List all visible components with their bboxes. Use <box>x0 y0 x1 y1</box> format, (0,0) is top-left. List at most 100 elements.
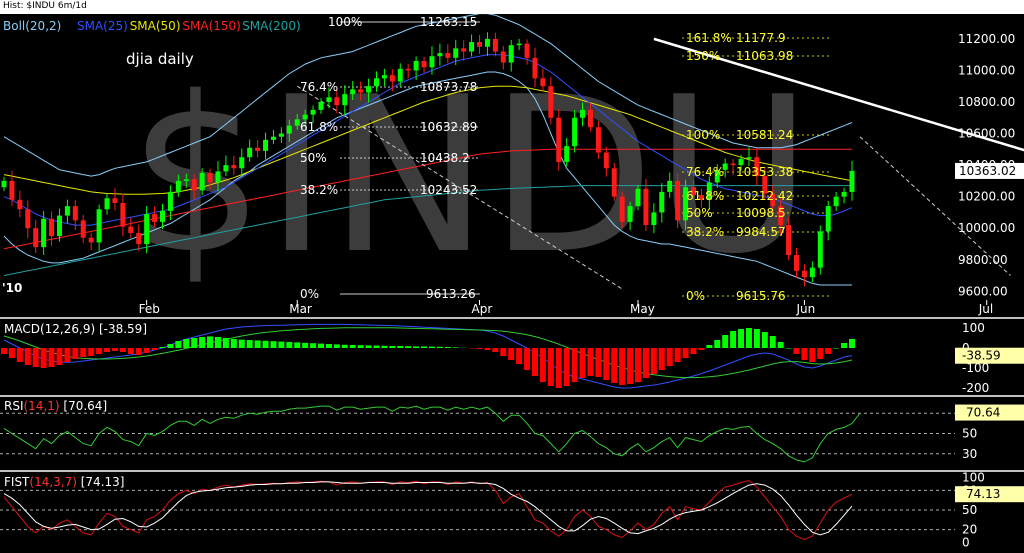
macd-histogram-bar <box>547 348 554 386</box>
macd-histogram-bar <box>769 336 776 348</box>
candle-body <box>136 232 142 244</box>
price-axis-tick-label: 10000.00 <box>958 221 1015 235</box>
candle-body <box>358 89 364 93</box>
candle-body <box>215 171 221 183</box>
macd-histogram-bar <box>270 341 277 348</box>
legend-entry: SMA(25) <box>77 19 128 33</box>
candle-body <box>461 48 467 52</box>
macd-histogram-bar <box>563 348 570 386</box>
fib-level-percent: 38.2% <box>300 183 338 197</box>
candle-body <box>524 43 530 58</box>
macd-histogram-bar <box>40 348 47 368</box>
macd-histogram-bar <box>64 348 71 362</box>
fib-level-value: 10098.5 <box>736 206 786 220</box>
macd-histogram-bar <box>32 348 39 367</box>
candle-body <box>144 214 150 244</box>
price-axis-tick-label: 10600.00 <box>958 127 1015 141</box>
candle-body <box>17 199 23 210</box>
fist-axis-tick-label: 50 <box>962 503 977 517</box>
macd-histogram-bar <box>191 338 198 348</box>
candle-body <box>405 68 411 71</box>
macd-histogram-bar <box>381 345 388 348</box>
macd-histogram-bar <box>484 348 491 350</box>
macd-histogram-bar <box>603 348 610 380</box>
candle-body <box>160 210 166 222</box>
macd-histogram-bar <box>96 348 103 354</box>
price-axis-tick-label: 10200.00 <box>958 190 1015 204</box>
macd-histogram-bar <box>849 339 855 348</box>
macd-histogram-bar <box>167 344 174 348</box>
candle-body <box>564 146 570 162</box>
macd-histogram-bar <box>539 348 546 382</box>
fib-level-percent: 0% <box>686 289 705 303</box>
rsi-last-label: 70.64 <box>966 406 1000 420</box>
candle-body <box>247 147 253 158</box>
rsi-axis-tick-label: 30 <box>962 447 977 461</box>
macd-histogram-bar <box>413 346 420 348</box>
candle-body <box>152 214 158 222</box>
macd-histogram-bar <box>428 346 435 348</box>
window-title-bar: Hist: $INDU 6m/1d <box>0 0 1024 14</box>
candle-body <box>239 157 245 169</box>
candle-body <box>270 136 276 140</box>
macd-histogram-bar <box>841 343 848 348</box>
macd-histogram-bar <box>151 348 158 350</box>
x-axis-month-label: Jun <box>795 302 815 316</box>
candle-body <box>342 94 348 106</box>
price-axis-tick-label: 9800.00 <box>958 253 1008 267</box>
fib-level-percent: 38.2% <box>686 225 724 239</box>
macd-histogram-bar <box>183 339 190 348</box>
macd-histogram-bar <box>349 345 356 348</box>
macd-histogram-bar <box>753 329 760 348</box>
macd-histogram-bar <box>817 348 824 359</box>
candle-body <box>9 180 15 200</box>
candle-body <box>366 86 372 93</box>
macd-histogram-bar <box>159 347 166 348</box>
macd-histogram-bar <box>175 341 182 348</box>
fist-axis-tick-label: 20 <box>962 523 977 537</box>
macd-histogram-bar <box>508 348 515 360</box>
fib-level-value: 10581.24 <box>736 128 793 142</box>
macd-histogram-bar <box>666 348 673 366</box>
candle-body <box>183 179 189 181</box>
candle-body <box>302 114 308 120</box>
macd-histogram-bar <box>294 342 301 348</box>
candle-body <box>255 147 261 151</box>
macd-histogram-bar <box>524 348 531 370</box>
macd-histogram-bar <box>8 348 15 358</box>
macd-axis-tick-label: -200 <box>962 381 989 395</box>
candle-body <box>72 206 78 221</box>
fib-level-percent: 76.4% <box>300 80 338 94</box>
candle-body <box>675 180 681 221</box>
candle-body <box>572 117 578 147</box>
candle-body <box>477 42 483 47</box>
x-axis-month-label: May <box>630 302 655 316</box>
macd-histogram-bar <box>278 341 285 348</box>
macd-histogram-bar <box>1 348 7 354</box>
candle-body <box>421 60 427 68</box>
macd-histogram-bar <box>16 348 23 362</box>
candle-body <box>746 157 752 159</box>
macd-histogram-bar <box>761 332 768 348</box>
price-axis-tick-label: 11000.00 <box>958 63 1015 77</box>
candle-body <box>786 225 792 256</box>
macd-histogram-bar <box>785 348 792 349</box>
fib-level-value: 10353.38 <box>736 165 793 179</box>
fib-level-percent: 61.8% <box>300 120 338 134</box>
macd-histogram-bar <box>222 338 229 348</box>
fib-level-value: 11177.9 <box>736 31 786 45</box>
candle-body <box>635 188 641 207</box>
macd-histogram-bar <box>571 348 578 382</box>
candle-body <box>120 202 126 227</box>
candle-body <box>397 68 403 82</box>
macd-histogram-bar <box>777 342 784 348</box>
fib-level-value: 9613.26 <box>426 287 476 301</box>
macd-histogram-bar <box>207 336 214 348</box>
candle-body <box>286 125 292 134</box>
candle-body <box>429 56 435 68</box>
macd-histogram-bar <box>373 345 380 348</box>
candle-body <box>191 179 197 191</box>
macd-histogram-bar <box>405 346 412 348</box>
macd-histogram-bar <box>611 348 618 383</box>
candle-body <box>41 218 47 248</box>
